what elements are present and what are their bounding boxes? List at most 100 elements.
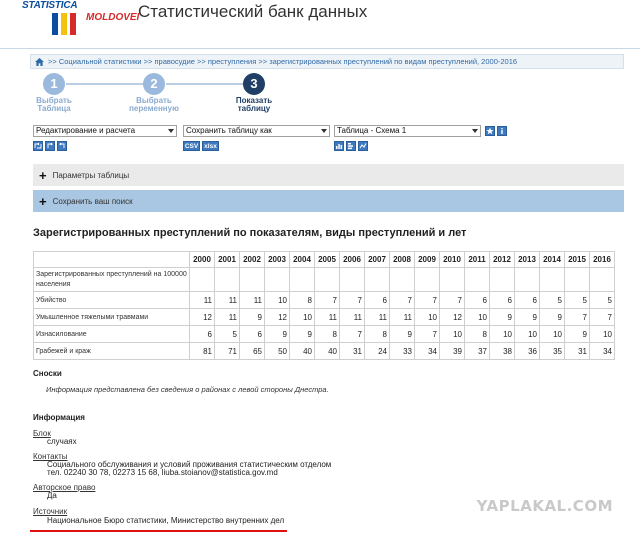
chevron-down-icon	[168, 129, 174, 133]
value-cell: 36	[514, 342, 540, 360]
value-cell: 7	[414, 291, 440, 309]
step-2-number: 2	[143, 73, 165, 95]
value-cell: 5	[539, 291, 565, 309]
value-cell: 5	[564, 291, 590, 309]
value-cell: 5	[214, 325, 240, 343]
save-search-panel[interactable]: + Сохранить ваш поиск	[33, 190, 624, 212]
year-header: 2009	[414, 251, 440, 268]
save-table-select[interactable]: Сохранить таблицу как	[183, 125, 330, 137]
value-cell: 9	[264, 325, 290, 343]
step-3-show-table: 3 Показать таблицу	[219, 73, 289, 113]
value-cell: 6	[489, 291, 515, 309]
value-cell: 11	[314, 308, 340, 326]
source-value: Национальное Бюро статистики, Министерст…	[47, 516, 285, 525]
site-title: Статистический банк данных	[138, 2, 368, 21]
value-cell: 6	[189, 325, 215, 343]
chart-bar-icon[interactable]	[334, 141, 344, 151]
chart-column-icon[interactable]	[346, 141, 356, 151]
breadcrumb-path[interactable]: >> Социальной статистики >> правосудие >…	[48, 57, 517, 66]
empty-cell	[264, 267, 290, 292]
value-cell: 24	[364, 342, 390, 360]
value-cell: 11	[214, 291, 240, 309]
indicator-label: Зарегистрированных преступлений на 10000…	[33, 267, 190, 292]
table-title: Зарегистрированных преступлений по показ…	[33, 227, 467, 239]
year-header: 2011	[464, 251, 490, 268]
value-cell: 5	[589, 291, 615, 309]
value-cell: 7	[414, 325, 440, 343]
source-link[interactable]: Источник	[33, 507, 67, 516]
chevron-down-icon	[472, 129, 478, 133]
value-cell: 7	[339, 291, 365, 309]
step-3-label-line2: таблицу	[237, 104, 271, 113]
value-cell: 81	[189, 342, 215, 360]
pivot-clockwise-icon[interactable]	[45, 141, 55, 151]
pivot-icon[interactable]	[33, 141, 43, 151]
value-cell: 9	[514, 308, 540, 326]
table-corner-cell	[33, 251, 190, 268]
watermark: YAPLAKAL.COM	[476, 497, 613, 515]
value-cell: 10	[514, 325, 540, 343]
view-layout-select[interactable]: Таблица - Схема 1	[334, 125, 481, 137]
year-header: 2003	[264, 251, 290, 268]
value-cell: 11	[364, 308, 390, 326]
copyright-value: Да	[47, 491, 57, 500]
year-header: 2008	[389, 251, 415, 268]
year-header: 2001	[214, 251, 240, 268]
footnote-text: Информация представлена без сведения о р…	[46, 385, 329, 394]
table-row: Убийство 11 11 11 10 8 7 7 6 7 7 7 6 6 6 5 5 5	[33, 291, 615, 309]
table-row: Умышленное тяжелыми травмами 12 11 9 12 10 11 1…	[33, 308, 615, 326]
empty-cell	[289, 267, 315, 292]
row-label: Убийство	[33, 291, 190, 309]
value-cell: 9	[539, 308, 565, 326]
step-2-select-variable[interactable]: 2 Выбрать переменную	[119, 73, 189, 113]
chart-line-icon[interactable]	[358, 141, 368, 151]
step-3-number: 3	[243, 73, 265, 95]
value-cell: 34	[589, 342, 615, 360]
empty-cell	[189, 267, 215, 292]
star-icon[interactable]	[485, 126, 495, 136]
value-cell: 40	[314, 342, 340, 360]
home-icon[interactable]	[35, 57, 44, 66]
row-label: Изнасилование	[33, 325, 190, 343]
empty-cell	[314, 267, 340, 292]
data-table: 2000 2001 2002 2003 2004 2005 2006 2007 2008 2009…	[33, 251, 615, 360]
value-cell: 7	[589, 308, 615, 326]
year-header: 2012	[489, 251, 515, 268]
year-header: 2005	[314, 251, 340, 268]
view-layout-select-value: Таблица - Схема 1	[337, 126, 407, 135]
empty-cell	[239, 267, 265, 292]
value-cell: 8	[289, 291, 315, 309]
pivot-counterclockwise-icon[interactable]	[57, 141, 67, 151]
value-cell: 9	[289, 325, 315, 343]
value-cell: 9	[564, 325, 590, 343]
info-icon[interactable]	[497, 126, 507, 136]
red-highlight-underline	[30, 530, 287, 532]
site-logo[interactable]: STATISTICA MOLDOVEI	[0, 0, 139, 44]
value-cell: 6	[239, 325, 265, 343]
value-cell: 8	[364, 325, 390, 343]
empty-cell	[414, 267, 440, 292]
value-cell: 8	[464, 325, 490, 343]
value-cell: 50	[264, 342, 290, 360]
value-cell: 10	[439, 325, 465, 343]
value-cell: 12	[264, 308, 290, 326]
year-header: 2007	[364, 251, 390, 268]
value-cell: 9	[239, 308, 265, 326]
step-1-select-table[interactable]: 1 Выбрать Таблица	[19, 73, 89, 113]
value-cell: 11	[339, 308, 365, 326]
csv-button[interactable]: CSV	[183, 141, 200, 151]
table-parameters-panel[interactable]: + Параметры таблицы	[33, 164, 624, 186]
empty-cell	[489, 267, 515, 292]
plus-icon: +	[39, 193, 47, 209]
value-cell: 31	[564, 342, 590, 360]
save-table-select-value: Сохранить таблицу как	[186, 126, 272, 135]
edit-calc-select[interactable]: Редактирование и расчета	[33, 125, 177, 137]
value-cell: 11	[189, 291, 215, 309]
xlsx-button[interactable]: xlsx	[202, 141, 219, 151]
copyright-link[interactable]: Авторское право	[33, 483, 95, 492]
value-cell: 6	[464, 291, 490, 309]
year-header: 2004	[289, 251, 315, 268]
value-cell: 7	[314, 291, 340, 309]
empty-cell	[464, 267, 490, 292]
year-header: 2002	[239, 251, 265, 268]
